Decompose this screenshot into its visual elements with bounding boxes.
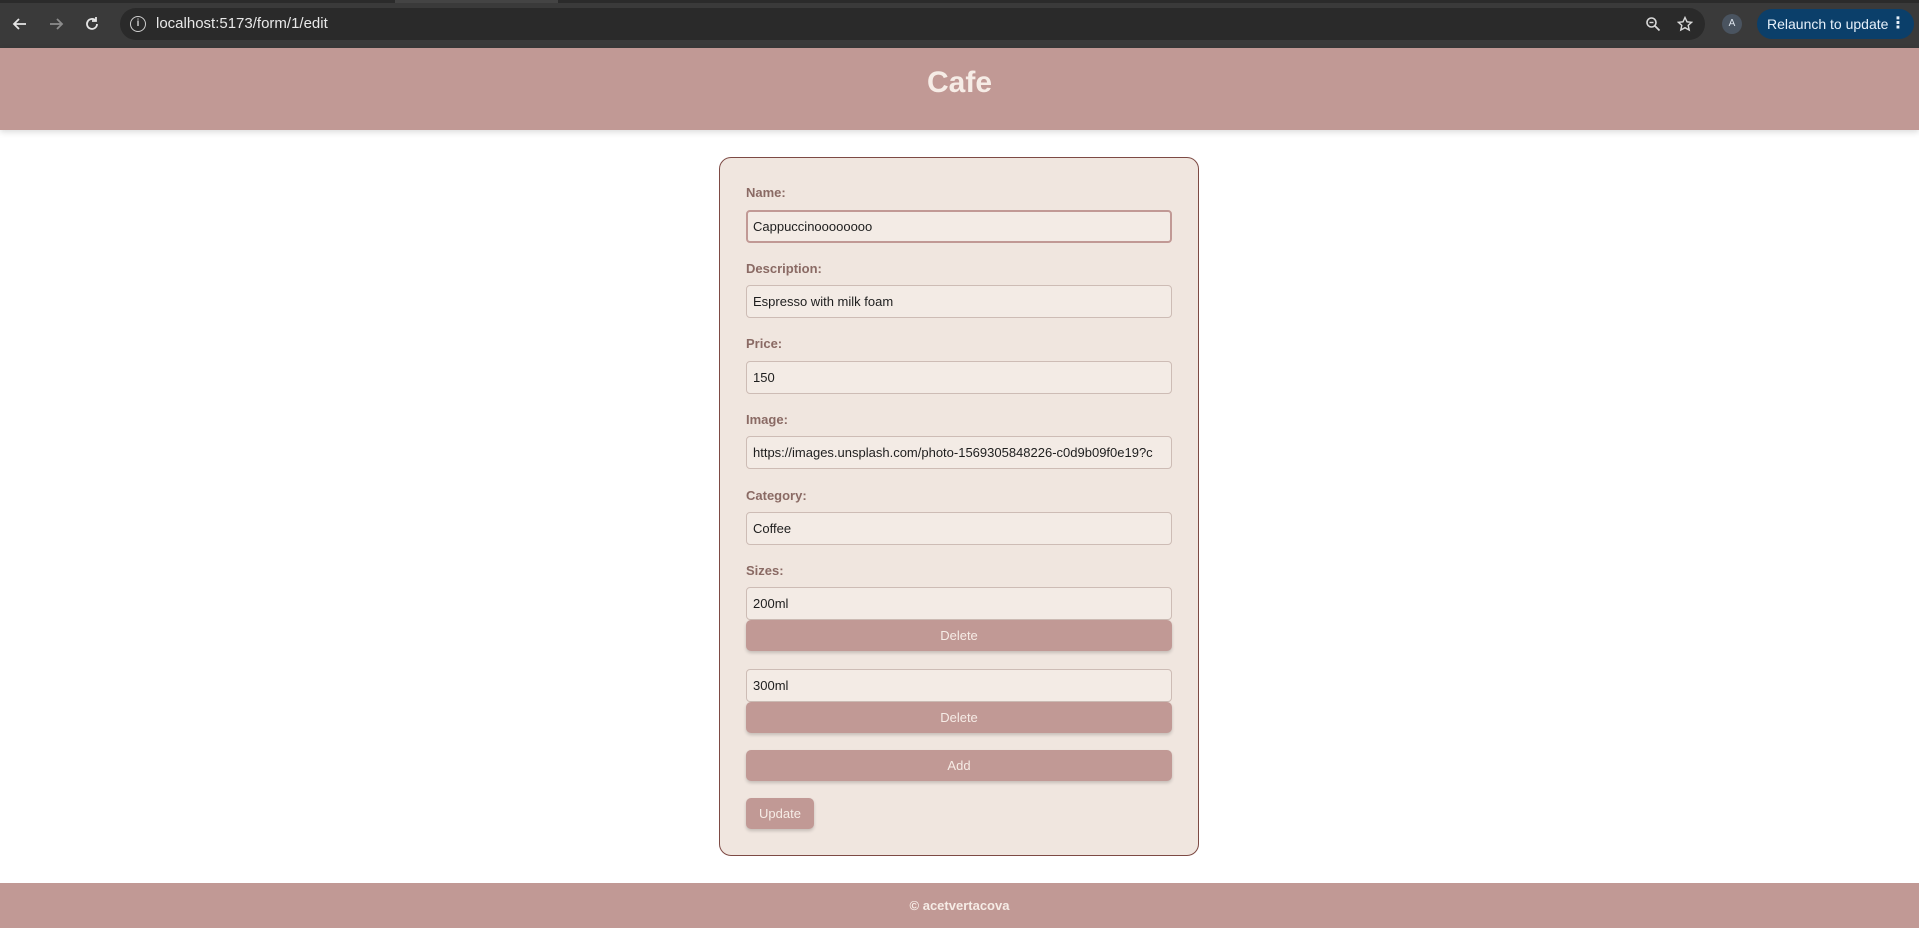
category-label: Category: (746, 488, 807, 503)
delete-size-button-2[interactable]: Delete (746, 702, 1172, 733)
address-bar[interactable]: i localhost:5173/form/1/edit (120, 8, 1705, 40)
profile-avatar[interactable]: A (1722, 14, 1742, 34)
add-size-button[interactable]: Add (746, 750, 1172, 781)
image-label: Image: (746, 412, 788, 427)
update-button[interactable]: Update (746, 798, 814, 829)
site-footer: © acetvertacova (0, 883, 1919, 928)
name-input[interactable] (746, 210, 1172, 243)
zoom-icon[interactable] (1643, 14, 1663, 34)
bookmark-star-icon[interactable] (1675, 14, 1695, 34)
delete-size-button-1[interactable]: Delete (746, 620, 1172, 651)
site-title: Cafe (926, 66, 993, 99)
forward-arrow-icon[interactable] (42, 10, 70, 38)
browser-toolbar: i localhost:5173/form/1/edit A Relaunch … (0, 0, 1919, 48)
tab-strip (0, 0, 1919, 3)
sizes-label: Sizes: (746, 563, 784, 578)
image-url-input[interactable] (746, 436, 1172, 469)
url-text[interactable]: localhost:5173/form/1/edit (156, 8, 328, 40)
footer-copyright: © acetvertacova (909, 898, 1010, 913)
description-input[interactable] (746, 285, 1172, 318)
category-input[interactable] (746, 512, 1172, 545)
name-label: Name: (746, 185, 786, 200)
description-label: Description: (746, 261, 822, 276)
active-tab-indicator[interactable] (395, 0, 558, 3)
relaunch-label: Relaunch to update (1767, 16, 1889, 32)
relaunch-to-update-button[interactable]: Relaunch to update ⋮ (1757, 9, 1914, 39)
site-info-icon[interactable]: i (130, 16, 146, 32)
site-header: Cafe (0, 48, 1919, 130)
edit-form: Name: Description: Price: Image: Categor… (719, 157, 1199, 856)
size-input-2[interactable] (746, 669, 1172, 702)
more-menu-icon[interactable]: ⋮ (1890, 9, 1906, 39)
price-input[interactable] (746, 361, 1172, 394)
size-input-1[interactable] (746, 587, 1172, 620)
price-label: Price: (746, 336, 783, 351)
back-arrow-icon[interactable] (6, 10, 34, 38)
reload-icon[interactable] (78, 10, 106, 38)
